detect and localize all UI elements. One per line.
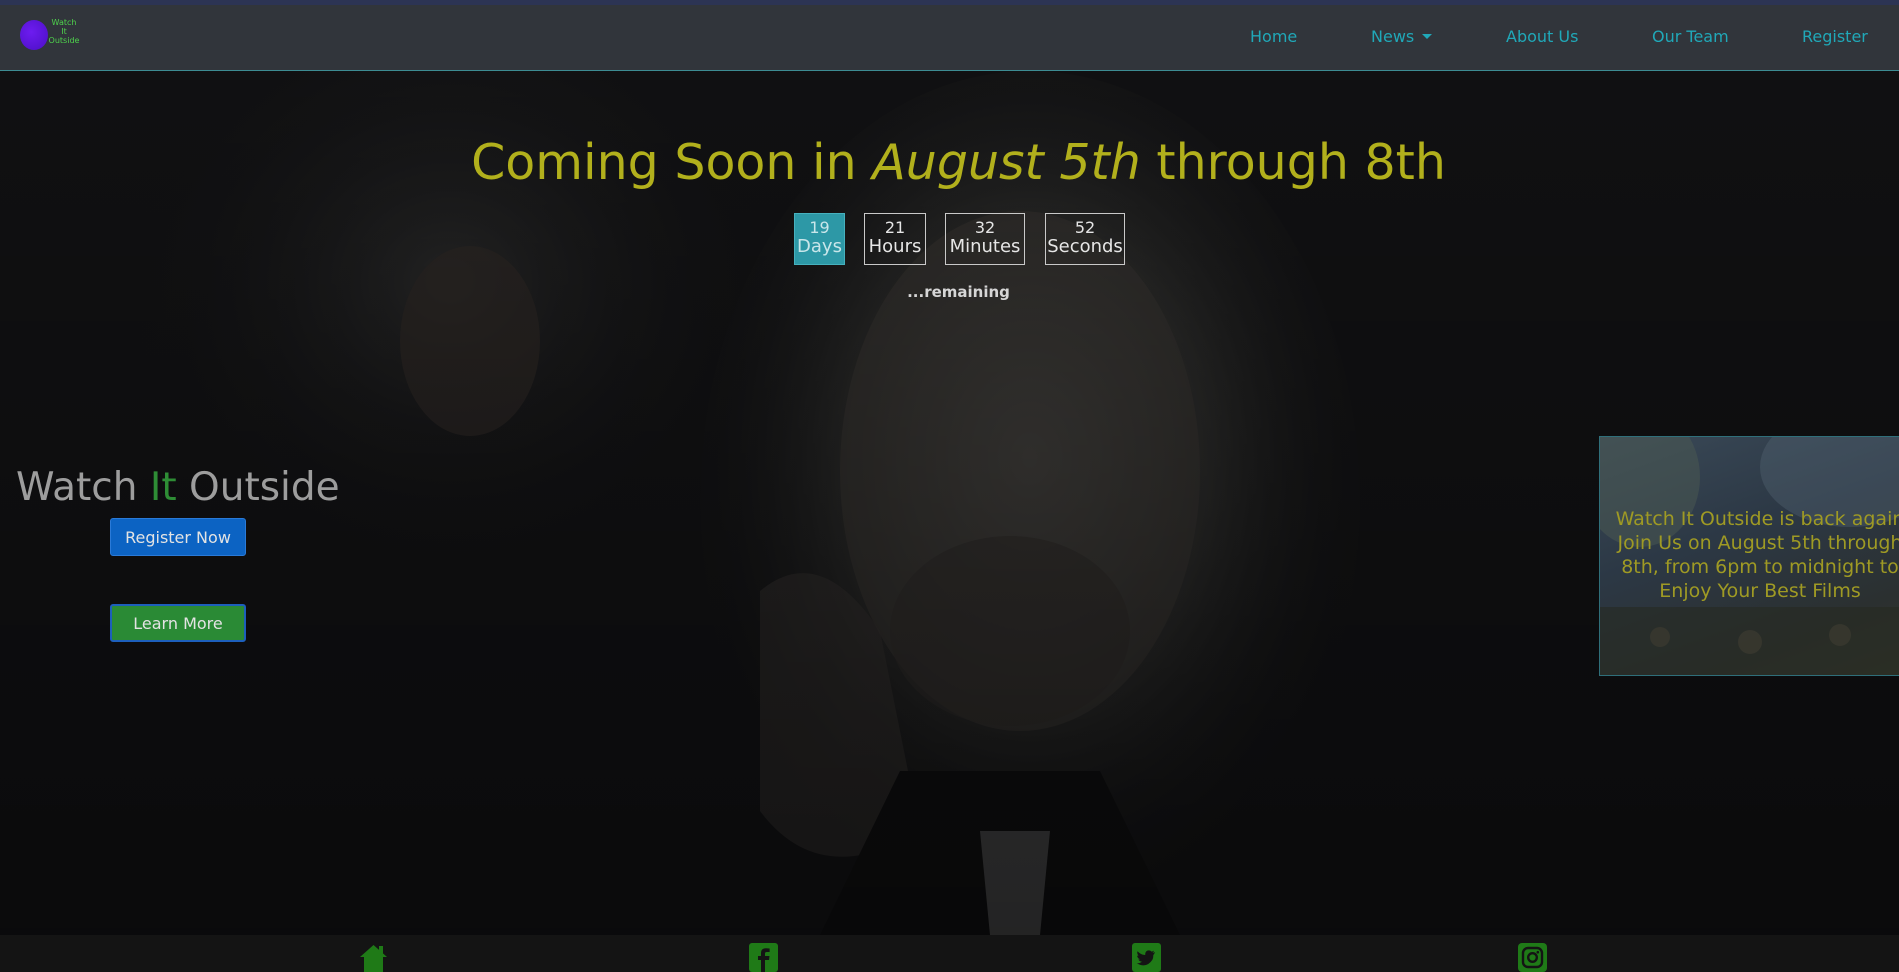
countdown-seconds-label: Seconds <box>1047 236 1123 257</box>
headline-prefix: Coming Soon in <box>471 134 857 191</box>
home-icon[interactable] <box>359 943 388 972</box>
countdown-seconds: 52 Seconds <box>1045 213 1125 265</box>
promo-line-1: Watch It Outside is back again <box>1615 508 1899 530</box>
promo-line-2: Join Us on August 5th through <box>1617 532 1899 554</box>
countdown-minutes-label: Minutes <box>949 236 1021 257</box>
brand-title-part-2: It <box>149 465 177 510</box>
brand-title-part-1: Watch <box>16 465 138 510</box>
learn-more-button[interactable]: Learn More <box>110 604 246 642</box>
hero-section: Coming Soon in August 5th through 8th 19… <box>0 71 1899 935</box>
countdown-days-label: Days <box>797 236 842 257</box>
countdown-hours-label: Hours <box>868 236 922 257</box>
brand-title-part-3: Outside <box>189 465 340 510</box>
register-now-button[interactable]: Register Now <box>110 518 246 556</box>
brand-title: Watch It Outside <box>16 465 340 510</box>
nav-news-dropdown[interactable]: News <box>1371 27 1433 46</box>
logo-circle-icon <box>20 20 48 50</box>
nav-home-link[interactable]: Home <box>1250 27 1297 46</box>
instagram-icon[interactable] <box>1518 943 1547 972</box>
nav-register-link[interactable]: Register <box>1802 27 1868 46</box>
countdown-hours-value: 21 <box>884 218 906 237</box>
nav-news-label: News <box>1371 27 1415 46</box>
countdown-remaining-text: ...remaining <box>907 283 1010 301</box>
site-logo[interactable]: Watch It Outside <box>18 16 82 56</box>
logo-text: Watch It Outside <box>46 18 82 45</box>
promo-line-3: 8th, from 6pm to midnight to <box>1621 556 1899 578</box>
countdown-days-value: 19 <box>809 218 830 237</box>
nav-team-link[interactable]: Our Team <box>1652 27 1729 46</box>
countdown-days: 19 Days <box>794 213 845 265</box>
promo-card[interactable]: Watch It Outside is back again Join Us o… <box>1599 436 1899 676</box>
logo-line-3: Outside <box>48 36 80 45</box>
countdown-hours: 21 Hours <box>864 213 926 265</box>
twitter-icon[interactable] <box>1132 943 1161 972</box>
promo-text: Watch It Outside is back again Join Us o… <box>1600 507 1899 603</box>
caret-down-icon <box>1422 34 1433 39</box>
headline-date: August 5th <box>872 134 1141 191</box>
logo-line-1: Watch <box>51 18 77 27</box>
hero-headline: Coming Soon in August 5th through 8th <box>0 134 1899 191</box>
countdown-minutes-value: 32 <box>974 218 996 237</box>
facebook-icon[interactable] <box>749 943 778 972</box>
headline-suffix: through 8th <box>1156 134 1446 191</box>
logo-line-2: It <box>61 27 67 36</box>
nav-about-link[interactable]: About Us <box>1506 27 1578 46</box>
countdown-seconds-value: 52 <box>1074 218 1096 237</box>
countdown-minutes: 32 Minutes <box>945 213 1025 265</box>
top-navbar: Watch It Outside Home News About Us Our … <box>0 5 1899 71</box>
footer-bar <box>0 935 1899 972</box>
promo-line-4: Enjoy Your Best Films <box>1659 580 1861 602</box>
